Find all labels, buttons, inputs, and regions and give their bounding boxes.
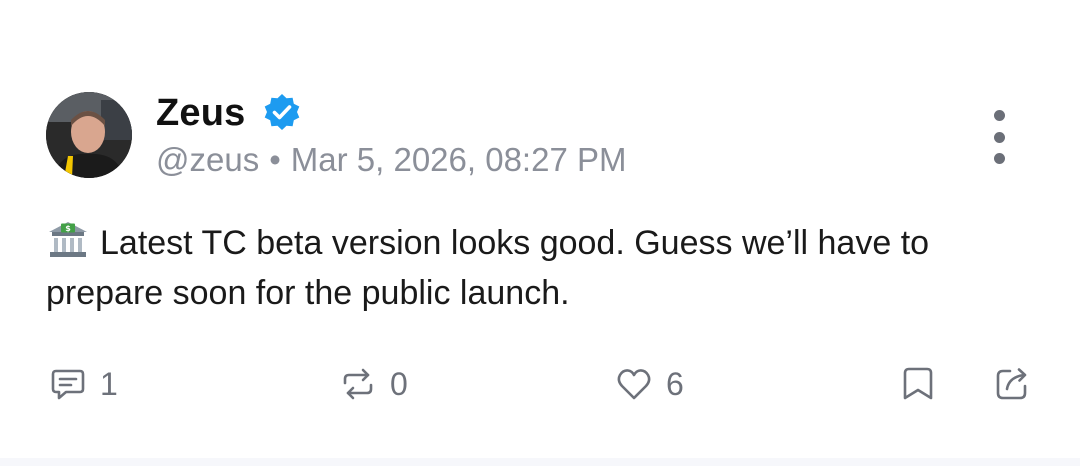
share-icon bbox=[996, 368, 1027, 400]
avatar-photo bbox=[46, 92, 132, 178]
post-timestamp[interactable]: Mar 5, 2026, 08:27 PM bbox=[291, 141, 627, 178]
post-body: $ Latest TC beta version looks good. Gue… bbox=[46, 218, 1036, 318]
share-button[interactable] bbox=[992, 362, 1032, 406]
repost-count: 0 bbox=[390, 366, 408, 402]
bookmark-button[interactable] bbox=[898, 362, 938, 406]
repost-button[interactable]: 0 bbox=[338, 362, 408, 406]
author-display-name[interactable]: Zeus bbox=[156, 90, 246, 136]
author-handle[interactable]: @zeus bbox=[156, 141, 259, 178]
post-text: Latest TC beta version looks good. Guess… bbox=[46, 224, 930, 312]
reply-button[interactable]: 1 bbox=[48, 362, 118, 406]
author-avatar[interactable] bbox=[46, 92, 132, 178]
feed-divider bbox=[0, 458, 1080, 466]
more-options-icon[interactable] bbox=[984, 110, 1014, 164]
post-meta: @zeus • Mar 5, 2026, 08:27 PM bbox=[156, 140, 626, 180]
verified-badge-icon bbox=[264, 94, 300, 130]
bookmark-icon bbox=[903, 367, 933, 400]
bank-icon: $ bbox=[49, 222, 87, 257]
reply-count: 1 bbox=[100, 366, 118, 402]
meta-separator: • bbox=[269, 141, 281, 178]
like-button[interactable]: 6 bbox=[614, 362, 684, 406]
comment-icon bbox=[51, 369, 85, 400]
svg-text:$: $ bbox=[65, 224, 71, 233]
like-count: 6 bbox=[666, 366, 684, 402]
post-card: Zeus @zeus • Mar 5, 2026, 08:27 PM $ Lates… bbox=[0, 0, 1080, 458]
repost-icon bbox=[343, 368, 373, 400]
heart-icon bbox=[617, 369, 651, 400]
